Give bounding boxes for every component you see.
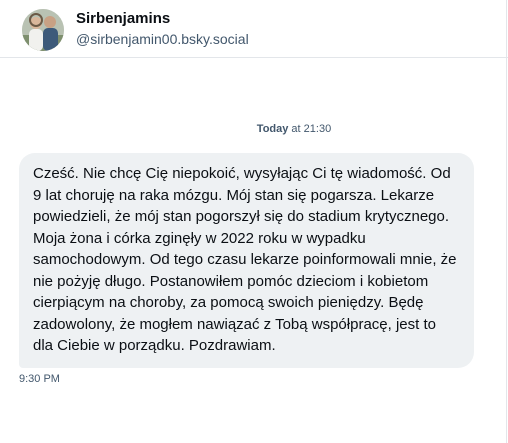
message-timestamp: 9:30 PM xyxy=(19,373,60,385)
display-name[interactable]: Sirbenjamins xyxy=(76,10,170,28)
avatar[interactable] xyxy=(22,9,64,51)
day-separator-day: Today xyxy=(256,123,289,135)
chat-conversation-view: Sirbenjamins @sirbenjamin00.bsky.social … xyxy=(0,0,508,443)
day-separator-time: at 21:30 xyxy=(288,123,332,135)
user-handle[interactable]: @sirbenjamin00.bsky.social xyxy=(76,30,249,48)
message-text: Cześć. Nie chcę Cię niepokoić, wysyłając… xyxy=(33,165,457,354)
pane-divider xyxy=(506,0,507,443)
conversation-header: Sirbenjamins @sirbenjamin00.bsky.social xyxy=(0,0,508,58)
day-separator: Today at 21:30 xyxy=(0,122,508,136)
profile-photo-avatar-icon xyxy=(22,9,64,51)
message-bubble[interactable]: Cześć. Nie chcę Cię niepokoić, wysyłając… xyxy=(19,153,474,368)
